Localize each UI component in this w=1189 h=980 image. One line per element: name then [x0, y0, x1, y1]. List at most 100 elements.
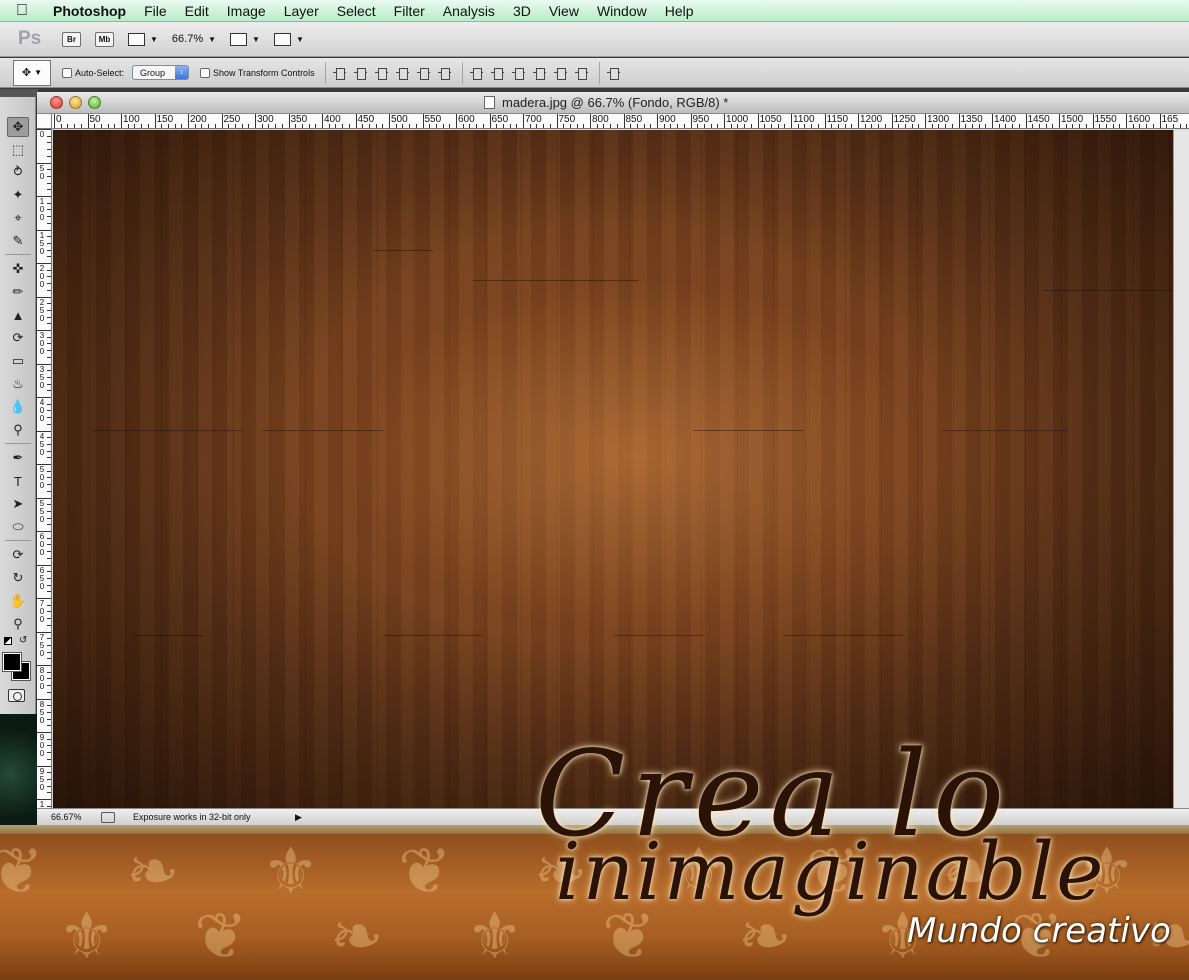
menu-view[interactable]: View — [540, 3, 588, 19]
close-window-button[interactable] — [50, 96, 63, 109]
ruler-label: 1 0 0 — [39, 197, 45, 222]
menu-window[interactable]: Window — [588, 3, 656, 19]
tool-preset-picker[interactable]: ✥ ▼ — [13, 59, 51, 86]
horizontal-ruler[interactable]: 0 50 100 150 200 250 300 350 400 450 500 550 600 650 7… — [52, 114, 1189, 129]
launch-minibridge-button[interactable]: Mb — [95, 31, 114, 47]
status-zoom-value[interactable]: 66.67% — [37, 812, 97, 822]
menu-photoshop[interactable]: Photoshop — [44, 3, 135, 19]
menu-3d[interactable]: 3D — [504, 3, 540, 19]
distribute-horizontal-centers-icon[interactable] — [553, 66, 568, 80]
menu-filter[interactable]: Filter — [385, 3, 434, 19]
wood-plank-joint — [783, 635, 903, 636]
clone-stamp-tool-icon[interactable]: ▲ — [7, 305, 29, 325]
arrange-documents-dropdown[interactable]: ▼ — [230, 32, 260, 46]
ruler-minor-tick — [47, 738, 51, 740]
ruler-minor-tick — [261, 124, 263, 128]
auto-select-target-dropdown[interactable]: Group ↕ — [132, 65, 190, 80]
hand-tool-icon[interactable]: ✋ — [7, 591, 29, 611]
swap-colors-icon[interactable]: ↺ — [19, 635, 27, 646]
quick-mask-icon[interactable] — [8, 689, 25, 702]
3d-rotate-tool-icon[interactable]: ⟳ — [7, 545, 29, 565]
vertical-ruler[interactable]: 0 5 0 1 0 0 1 5 0 2 0 0 2 5 0 3 0 0 3 5 0 4 0 0 4… — [37, 129, 52, 809]
ellipse-tool-icon[interactable]: ⬭ — [7, 517, 29, 537]
quick-selection-tool-icon[interactable]: ✦ — [7, 185, 29, 205]
document-title-bar[interactable]: madera.jpg @ 66.7% (Fondo, RGB/8) * — [37, 92, 1189, 114]
history-brush-tool-icon[interactable]: ⟳ — [7, 328, 29, 348]
show-transform-controls-option[interactable]: Show Transform Controls — [200, 67, 315, 78]
align-horizontal-centers-icon[interactable] — [416, 66, 431, 80]
menu-help[interactable]: Help — [656, 3, 703, 19]
damask-ornament-icon: ❦ — [602, 900, 656, 972]
ruler-minor-tick — [683, 124, 685, 128]
status-menu-arrow-icon[interactable]: ▶ — [295, 812, 302, 823]
crop-tool-icon[interactable]: ⌖ — [7, 208, 29, 228]
zoom-level-dropdown[interactable]: 66.7% ▼ — [172, 33, 216, 45]
ruler-minor-tick — [201, 124, 203, 128]
menu-file[interactable]: File — [135, 3, 176, 19]
updown-arrows-icon: ↕ — [175, 66, 189, 79]
zoom-window-button[interactable] — [88, 96, 101, 109]
menu-edit[interactable]: Edit — [176, 3, 218, 19]
ruler-minor-tick — [275, 124, 277, 128]
distribute-right-edges-icon[interactable] — [574, 66, 589, 80]
lasso-tool-icon[interactable]: ⥁ — [7, 162, 29, 182]
view-extras-dropdown[interactable]: ▼ — [128, 32, 158, 46]
ruler-minor-tick — [47, 169, 51, 171]
tools-panel-header[interactable] — [0, 89, 38, 97]
distribute-top-edges-icon[interactable] — [469, 66, 484, 80]
ruler-minor-tick — [717, 124, 719, 128]
arrange-documents-icon — [230, 32, 248, 46]
ruler-label: 900 — [659, 114, 676, 125]
auto-align-layers-icon[interactable] — [606, 66, 621, 80]
distribute-left-edges-icon[interactable] — [532, 66, 547, 80]
menu-image[interactable]: Image — [218, 3, 275, 19]
status-preview-icon[interactable] — [101, 811, 115, 823]
apple-icon[interactable]:  — [0, 2, 44, 20]
auto-select-checkbox[interactable] — [62, 67, 72, 78]
align-right-edges-icon[interactable] — [437, 66, 452, 80]
screen-mode-dropdown[interactable]: ▼ — [273, 32, 304, 46]
default-colors-icon[interactable] — [4, 637, 12, 645]
ruler-minor-tick — [127, 124, 129, 128]
type-tool-icon[interactable]: T — [7, 471, 29, 491]
ruler-minor-tick — [47, 477, 51, 479]
ruler-minor-tick — [47, 383, 51, 385]
minimize-window-button[interactable] — [69, 96, 82, 109]
ruler-minor-tick — [576, 124, 578, 128]
menu-select[interactable]: Select — [328, 3, 385, 19]
dodge-tool-icon[interactable]: ⚲ — [7, 420, 29, 440]
damask-ornament-icon: ❦ — [398, 835, 452, 907]
ruler-tick — [891, 114, 893, 128]
show-transform-controls-checkbox[interactable] — [200, 67, 211, 78]
move-tool-icon[interactable]: ✥ — [7, 117, 29, 137]
paint-bucket-tool-icon[interactable]: ♨ — [7, 374, 29, 394]
brush-tool-icon[interactable]: ✏ — [7, 282, 29, 302]
path-selection-tool-icon[interactable]: ➤ — [7, 494, 29, 514]
menu-layer[interactable]: Layer — [275, 3, 328, 19]
zoom-tool-icon[interactable]: ⚲ — [7, 614, 29, 634]
launch-bridge-button[interactable]: Br — [62, 31, 81, 47]
auto-select-option[interactable]: Auto-Select: — [62, 67, 124, 78]
blur-tool-icon[interactable]: 💧 — [7, 397, 29, 417]
distribute-vertical-centers-icon[interactable] — [490, 66, 505, 80]
ruler-origin[interactable] — [37, 114, 52, 129]
eraser-tool-icon[interactable]: ▭ — [7, 351, 29, 371]
menu-analysis[interactable]: Analysis — [434, 3, 504, 19]
image-canvas[interactable] — [53, 130, 1173, 808]
align-top-edges-icon[interactable] — [332, 66, 347, 80]
ruler-minor-tick — [47, 370, 51, 372]
align-bottom-edges-icon[interactable] — [374, 66, 389, 80]
ruler-minor-tick — [94, 124, 96, 128]
align-left-edges-icon[interactable] — [395, 66, 410, 80]
screen-mode-icon — [273, 32, 291, 46]
marquee-tool-icon[interactable]: ⬚ — [7, 140, 29, 160]
align-vertical-centers-icon[interactable] — [353, 66, 368, 80]
ruler-minor-tick — [47, 584, 51, 586]
ruler-minor-tick — [47, 450, 51, 452]
pen-tool-icon[interactable]: ✒ — [7, 448, 29, 468]
eyedropper-tool-icon[interactable]: ✎ — [7, 231, 29, 251]
3d-orbit-tool-icon[interactable]: ↻ — [7, 568, 29, 588]
distribute-bottom-edges-icon[interactable] — [511, 66, 526, 80]
foreground-color-swatch[interactable] — [3, 653, 21, 671]
healing-brush-tool-icon[interactable]: ✜ — [7, 259, 29, 279]
